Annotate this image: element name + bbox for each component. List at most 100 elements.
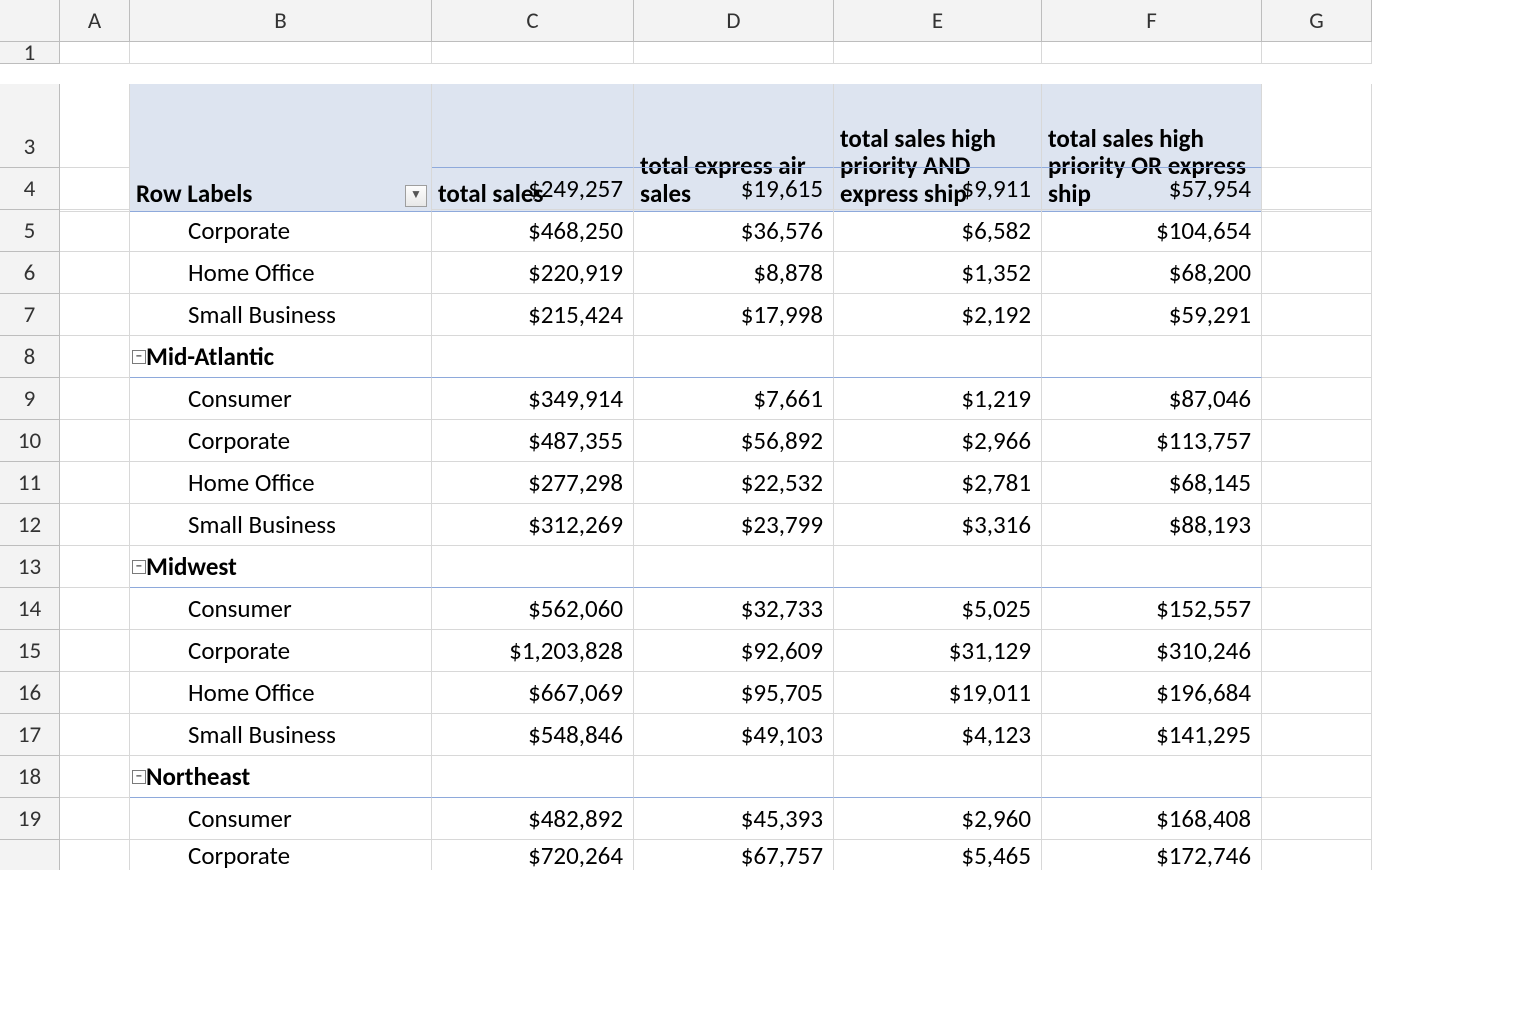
value-cell[interactable]: $57,954 bbox=[1042, 168, 1262, 210]
value-cell[interactable]: $19,615 bbox=[634, 168, 834, 210]
cell[interactable] bbox=[1262, 168, 1372, 210]
cell[interactable] bbox=[1262, 378, 1372, 420]
value-cell[interactable] bbox=[1042, 126, 1262, 168]
value-cell[interactable]: $196,684 bbox=[1042, 672, 1262, 714]
cell[interactable] bbox=[60, 210, 130, 252]
value-cell[interactable] bbox=[634, 546, 834, 588]
value-cell[interactable]: $141,295 bbox=[1042, 714, 1262, 756]
row-header[interactable]: 12 bbox=[0, 504, 60, 546]
cell[interactable] bbox=[60, 252, 130, 294]
cell[interactable] bbox=[60, 756, 130, 798]
cell[interactable] bbox=[1262, 798, 1372, 840]
value-cell[interactable]: $7,661 bbox=[634, 378, 834, 420]
value-cell[interactable] bbox=[634, 756, 834, 798]
col-header-E[interactable]: E bbox=[834, 0, 1042, 42]
value-cell[interactable]: $548,846 bbox=[432, 714, 634, 756]
value-cell[interactable]: $5,025 bbox=[834, 588, 1042, 630]
collapse-icon[interactable]: − bbox=[132, 770, 146, 784]
cell[interactable] bbox=[130, 42, 432, 64]
row-header[interactable]: 4 bbox=[0, 168, 60, 210]
value-cell[interactable]: $5,465 bbox=[834, 840, 1042, 870]
row-header[interactable]: 16 bbox=[0, 672, 60, 714]
value-cell[interactable]: $19,011 bbox=[834, 672, 1042, 714]
value-cell[interactable] bbox=[834, 546, 1042, 588]
row-header[interactable]: 11 bbox=[0, 462, 60, 504]
value-cell[interactable] bbox=[432, 336, 634, 378]
value-cell[interactable]: $32,733 bbox=[634, 588, 834, 630]
value-cell[interactable]: $8,878 bbox=[634, 252, 834, 294]
row-header[interactable]: 5 bbox=[0, 210, 60, 252]
value-cell[interactable]: $45,393 bbox=[634, 798, 834, 840]
value-cell[interactable]: $220,919 bbox=[432, 252, 634, 294]
value-cell[interactable]: $22,532 bbox=[634, 462, 834, 504]
cell[interactable] bbox=[60, 462, 130, 504]
cell[interactable] bbox=[60, 798, 130, 840]
cell[interactable] bbox=[60, 840, 130, 870]
col-header-C[interactable]: C bbox=[432, 0, 634, 42]
cell[interactable] bbox=[1262, 42, 1372, 64]
value-cell[interactable] bbox=[1042, 756, 1262, 798]
value-cell[interactable]: $59,291 bbox=[1042, 294, 1262, 336]
cell[interactable] bbox=[60, 42, 130, 64]
cell[interactable] bbox=[60, 294, 130, 336]
row-header[interactable]: 15 bbox=[0, 630, 60, 672]
pivot-segment-row[interactable]: Consumer bbox=[130, 588, 432, 630]
row-header[interactable]: 19 bbox=[0, 798, 60, 840]
cell[interactable] bbox=[60, 588, 130, 630]
col-header-A[interactable]: A bbox=[60, 0, 130, 42]
value-cell[interactable]: $2,966 bbox=[834, 420, 1042, 462]
value-cell[interactable] bbox=[432, 546, 634, 588]
value-cell[interactable]: $310,246 bbox=[1042, 630, 1262, 672]
cell[interactable] bbox=[60, 504, 130, 546]
cell[interactable] bbox=[1042, 42, 1262, 64]
cell[interactable] bbox=[60, 336, 130, 378]
pivot-segment-row[interactable]: Home Office bbox=[130, 672, 432, 714]
cell[interactable] bbox=[60, 672, 130, 714]
cell[interactable] bbox=[60, 126, 130, 168]
value-cell[interactable] bbox=[834, 756, 1042, 798]
value-cell[interactable]: $68,145 bbox=[1042, 462, 1262, 504]
value-cell[interactable]: $277,298 bbox=[432, 462, 634, 504]
pivot-segment-row[interactable]: Small Business bbox=[130, 714, 432, 756]
value-cell[interactable] bbox=[634, 126, 834, 168]
value-cell[interactable]: $23,799 bbox=[634, 504, 834, 546]
pivot-segment-row[interactable]: Corporate bbox=[130, 420, 432, 462]
value-cell[interactable]: $49,103 bbox=[634, 714, 834, 756]
pivot-region-row[interactable]: −Mid-Atlantic bbox=[130, 336, 432, 378]
value-cell[interactable]: $482,892 bbox=[432, 798, 634, 840]
cell[interactable] bbox=[1262, 294, 1372, 336]
pivot-segment-row[interactable]: Corporate bbox=[130, 840, 432, 870]
row-header[interactable]: 17 bbox=[0, 714, 60, 756]
value-cell[interactable]: $1,352 bbox=[834, 252, 1042, 294]
value-cell[interactable]: $92,609 bbox=[634, 630, 834, 672]
row-header[interactable]: 3 bbox=[0, 126, 60, 168]
cell[interactable] bbox=[1262, 630, 1372, 672]
cell[interactable] bbox=[1262, 462, 1372, 504]
cell[interactable] bbox=[60, 420, 130, 462]
value-cell[interactable]: $67,757 bbox=[634, 840, 834, 870]
row-header[interactable]: 8 bbox=[0, 336, 60, 378]
collapse-icon[interactable]: − bbox=[132, 560, 146, 574]
value-cell[interactable]: $562,060 bbox=[432, 588, 634, 630]
value-cell[interactable]: $215,424 bbox=[432, 294, 634, 336]
value-cell[interactable]: $36,576 bbox=[634, 210, 834, 252]
cell[interactable] bbox=[60, 630, 130, 672]
pivot-region-row[interactable]: −Northeast bbox=[130, 756, 432, 798]
pivot-segment-row[interactable]: Home Office bbox=[130, 252, 432, 294]
value-cell[interactable]: $2,960 bbox=[834, 798, 1042, 840]
cell[interactable] bbox=[60, 546, 130, 588]
value-cell[interactable]: $87,046 bbox=[1042, 378, 1262, 420]
cell[interactable] bbox=[1262, 588, 1372, 630]
cell[interactable] bbox=[1262, 756, 1372, 798]
pivot-segment-row[interactable]: Small Business bbox=[130, 504, 432, 546]
col-header-G[interactable]: G bbox=[1262, 0, 1372, 42]
filter-dropdown-button[interactable]: ▼ bbox=[405, 185, 427, 207]
value-cell[interactable]: $3,316 bbox=[834, 504, 1042, 546]
value-cell[interactable] bbox=[1042, 546, 1262, 588]
value-cell[interactable]: $667,069 bbox=[432, 672, 634, 714]
cell[interactable] bbox=[432, 42, 634, 64]
col-header-F[interactable]: F bbox=[1042, 0, 1262, 42]
pivot-segment-row[interactable]: Corporate bbox=[130, 210, 432, 252]
cell[interactable] bbox=[1262, 546, 1372, 588]
value-cell[interactable]: $68,200 bbox=[1042, 252, 1262, 294]
